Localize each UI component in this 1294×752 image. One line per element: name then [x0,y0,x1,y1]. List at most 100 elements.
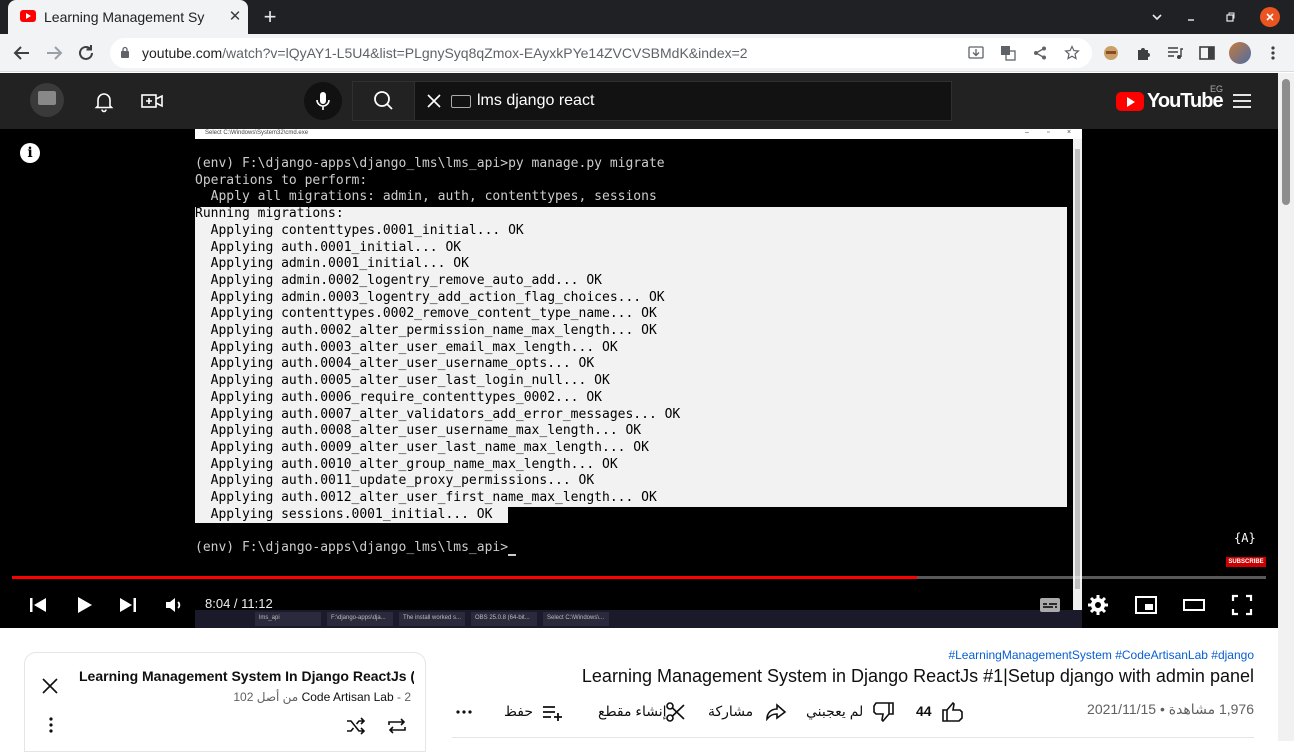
install-app-icon[interactable] [968,45,984,61]
action-buttons: حفظ إنشاء مقطع مشاركة لم يعجبني 44 [452,698,1072,730]
share-icon[interactable] [1032,45,1048,61]
thumbs-down-icon [873,702,894,723]
lock-icon[interactable] [120,46,130,58]
console-close-icon: × [1067,129,1072,136]
translate-icon[interactable] [1000,45,1016,61]
reload-icon[interactable] [74,41,98,65]
more-horizontal-icon [456,710,472,714]
share-button[interactable]: مشاركة [708,698,792,724]
search-button[interactable] [353,82,415,120]
progress-played [12,576,918,579]
bell-icon[interactable] [92,89,116,113]
window-close-icon[interactable] [1260,7,1280,27]
view-count-date: 1,976 مشاهدة • 2021/11/15 [1087,701,1254,717]
console-prompt-line: (env) F:\django-apps\django_lms\lms_api> [195,540,509,556]
search-box[interactable]: lms django react [352,81,952,121]
back-arrow-icon[interactable] [10,41,34,65]
volume-icon[interactable] [162,593,186,617]
time-display: 8:04 / 11:12 [205,596,273,611]
loop-icon[interactable] [385,716,409,736]
page-scrollbar-thumb[interactable] [1282,79,1290,205]
bookmark-star-icon[interactable] [1064,45,1080,61]
clear-search-icon[interactable] [425,92,443,110]
keyboard-icon[interactable] [451,95,471,108]
browser-tab-strip: Learning Management Sy ✕ + [0,0,1294,34]
menu-icon[interactable] [1232,93,1252,109]
create-video-icon[interactable] [140,89,164,113]
hashtags[interactable]: #LearningManagementSystem #CodeArtisanLa… [948,648,1254,662]
playlist-more-icon[interactable] [45,715,57,735]
thumbs-up-icon [942,701,963,722]
subscribe-watermark-logo[interactable]: {A} [1234,531,1256,545]
subscribe-watermark[interactable]: SUBSCRIBE [1226,557,1266,567]
next-icon[interactable] [116,593,140,617]
minimize-icon[interactable] [1183,9,1199,25]
share-arrow-icon [766,703,787,722]
playlist-channel[interactable]: Code Artisan Lab [302,690,394,704]
voice-search-button[interactable] [304,82,342,120]
video-player[interactable]: i Select C:\Windows\System32\cmd.exe ‒ ▫… [0,129,1278,628]
media-control-icon[interactable] [1166,44,1184,62]
profile-avatar[interactable] [1229,42,1251,64]
browser-tab[interactable]: Learning Management Sy ✕ [8,0,248,34]
search-icon [374,91,393,110]
console-line-selected: Applying auth.0009_alter_user_last_name_… [195,439,649,455]
theater-mode-icon[interactable] [1182,593,1206,617]
console-line-selected: Applying auth.0005_alter_user_last_login… [195,373,610,389]
restore-icon[interactable] [1222,9,1238,25]
console-line-selected: Applying admin.0001_initial... OK [195,256,469,272]
channel-logo[interactable] [30,83,64,117]
watch-metadata: Learning Management System In Django Rea… [0,628,1278,752]
tab-close-icon[interactable]: ✕ [226,8,244,26]
console-maximize-icon: ▫ [1047,129,1050,136]
forward-arrow-icon[interactable] [42,41,66,65]
url-path: /watch?v=lQyAY1-L5U4&list=PLgnySyq8qZmox… [222,45,748,61]
console-line: (env) F:\django-apps\django_lms\lms_api>… [195,156,665,171]
search-input[interactable]: lms django react [477,92,594,110]
settings-gear-icon[interactable] [1086,593,1110,617]
console-line-selected: Applying admin.0003_logentry_add_action_… [195,289,665,305]
play-icon[interactable] [72,593,96,617]
previous-icon[interactable] [26,593,50,617]
console-line-selected: Applying auth.0008_alter_user_username_m… [195,423,642,439]
console-line-selected: Applying auth.0007_alter_validators_add_… [195,406,681,422]
like-button[interactable]: 44 [914,698,970,724]
clip-button[interactable]: إنشاء مقطع [598,698,690,724]
page-scrollbar[interactable] [1278,73,1294,741]
country-code: EG [1210,84,1224,94]
console-line-selected: Applying auth.0001_initial... OK [195,239,462,255]
playlist-close-icon[interactable] [41,677,59,695]
fullscreen-icon[interactable] [1230,593,1254,617]
new-tab-button[interactable]: + [258,5,282,29]
save-button[interactable]: حفظ [504,698,568,724]
dislike-button[interactable]: لم يعجبني [806,698,898,724]
youtube-play-logo-icon [1116,92,1144,111]
playlist-subtitle: Code Artisan Lab - 2 من أصل 102 [79,690,411,704]
shuffle-icon[interactable] [345,716,367,736]
captions-icon[interactable] [1038,593,1062,617]
console-line-selected: Applying auth.0002_alter_permission_name… [195,323,657,338]
console-line-selected: Applying auth.0011_update_proxy_permissi… [195,473,595,489]
console-title-bar: Select C:\Windows\System32\cmd.exe ‒ ▫ × [195,129,1082,139]
progress-bar[interactable] [12,576,1266,579]
side-panel-icon[interactable] [1198,44,1216,62]
like-count: 44 [916,703,932,719]
url-host: youtube.com [142,45,223,61]
video-frame-console: Select C:\Windows\System32\cmd.exe ‒ ▫ ×… [195,129,1082,628]
more-actions-button[interactable] [452,698,488,724]
url-text: youtube.com/watch?v=lQyAY1-L5U4&list=PLg… [142,45,748,61]
console-line: Operations to perform: [195,172,368,188]
address-bar[interactable]: youtube.com/watch?v=lQyAY1-L5U4&list=PLg… [110,38,1092,68]
console-scrollbar [1073,139,1082,619]
chrome-menu-icon[interactable] [1264,44,1282,62]
miniplayer-icon[interactable] [1134,593,1158,617]
info-icon[interactable]: i [20,143,40,163]
mic-icon [316,92,330,110]
extensions-puzzle-icon[interactable] [1135,44,1153,62]
console-line-selected: Applying auth.0003_alter_user_email_max_… [195,339,618,355]
extension-avatar-icon[interactable] [1102,44,1120,62]
console-minimize-icon: ‒ [1025,129,1029,136]
playlist-title[interactable]: Learning Management System In Django Rea… [79,668,414,684]
dislike-label: لم يعجبني [806,703,864,719]
tab-search-chevron-icon[interactable] [1149,9,1165,25]
